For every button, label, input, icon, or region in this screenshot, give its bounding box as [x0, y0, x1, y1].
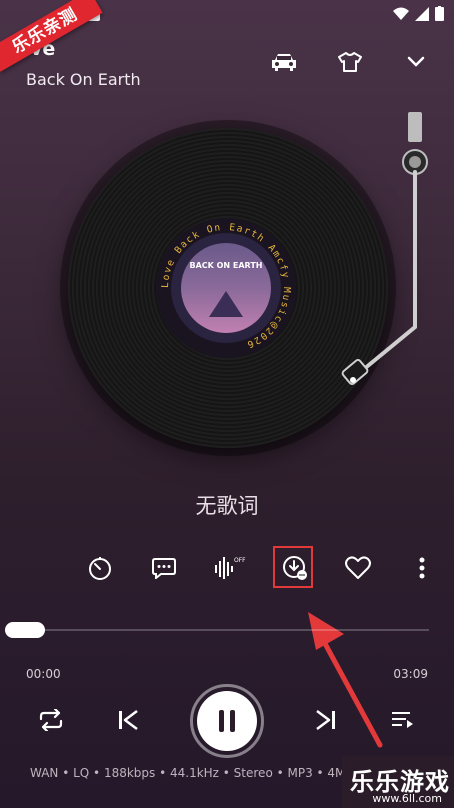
progress-track[interactable] [5, 629, 429, 631]
audio-effect-button[interactable]: OFF [210, 548, 250, 588]
svg-text:Love Back On Earth Amcfy Music: Love Back On Earth Amcfy Music@2026 [160, 222, 292, 350]
car-mode-button[interactable] [266, 50, 302, 74]
progress-knob[interactable] [5, 622, 45, 638]
comment-icon [152, 558, 176, 579]
svg-text:OFF: OFF [234, 557, 246, 564]
next-icon [316, 710, 335, 730]
bottom-watermark: 乐乐游戏 www.6ll.com [342, 756, 454, 808]
heart-icon [345, 556, 371, 579]
playlist-icon [392, 712, 413, 728]
car-icon [272, 54, 296, 71]
previous-icon [119, 710, 138, 730]
timer-icon [89, 557, 111, 580]
signal-icon [415, 6, 429, 21]
play-pause-button[interactable] [190, 684, 264, 758]
total-duration: 03:09 [393, 667, 428, 681]
audio-effect-icon: OFF [215, 557, 246, 579]
more-icon [419, 557, 425, 579]
previous-button[interactable] [114, 706, 142, 734]
skin-button[interactable] [332, 50, 368, 74]
playlist-button[interactable] [388, 706, 418, 734]
next-button[interactable] [312, 706, 340, 734]
sleep-timer-button[interactable] [80, 548, 120, 588]
download-highlight-box [273, 546, 313, 588]
elapsed-time: 00:00 [26, 667, 61, 681]
wifi-icon [393, 7, 409, 20]
collapse-button[interactable] [398, 50, 434, 74]
bottom-watermark-url: www.6ll.com [372, 792, 442, 805]
repeat-button[interactable] [34, 703, 68, 737]
more-button[interactable] [402, 548, 442, 588]
pause-icon [219, 710, 235, 732]
disc-ring-text: Love Back On Earth Amcfy Music@2026 [160, 222, 292, 350]
tonearm [341, 112, 428, 385]
repeat-icon [39, 709, 63, 731]
artist-name[interactable]: Back On Earth [26, 70, 141, 89]
tshirt-icon [338, 52, 362, 72]
lyrics-text[interactable]: 无歌词 [0, 490, 454, 520]
chevron-down-icon [407, 56, 425, 67]
audio-quality-info: WAN • LQ • 188kbps • 44.1kHz • Stereo • … [30, 766, 354, 780]
disc-label: BACK ON EARTH Love Back On Earth Amcfy M… [156, 218, 296, 358]
comments-button[interactable] [144, 548, 184, 588]
progress-bar[interactable] [5, 622, 429, 638]
battery-icon [435, 6, 444, 21]
favorite-button[interactable] [338, 548, 378, 588]
